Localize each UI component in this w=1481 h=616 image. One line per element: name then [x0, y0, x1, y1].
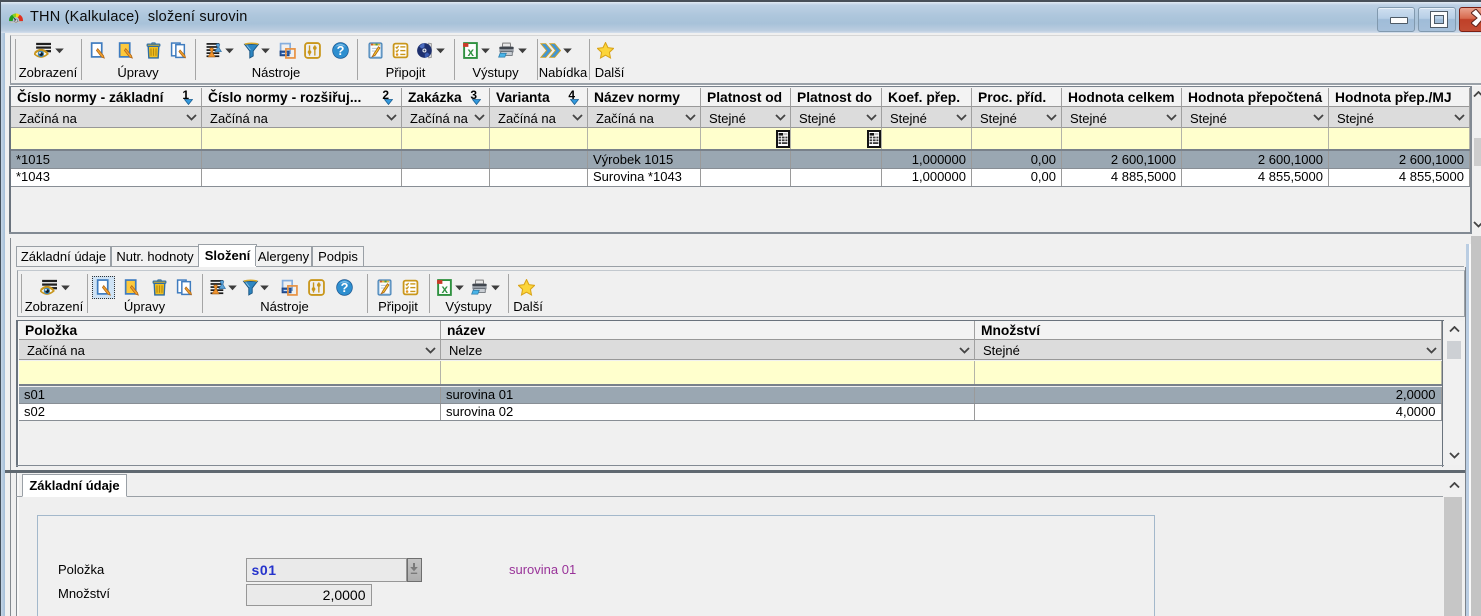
svg-text:?: ? — [341, 280, 349, 295]
svg-text:x: x — [467, 46, 474, 59]
svg-text:x: x — [441, 283, 448, 296]
svg-text:?: ? — [337, 43, 345, 58]
